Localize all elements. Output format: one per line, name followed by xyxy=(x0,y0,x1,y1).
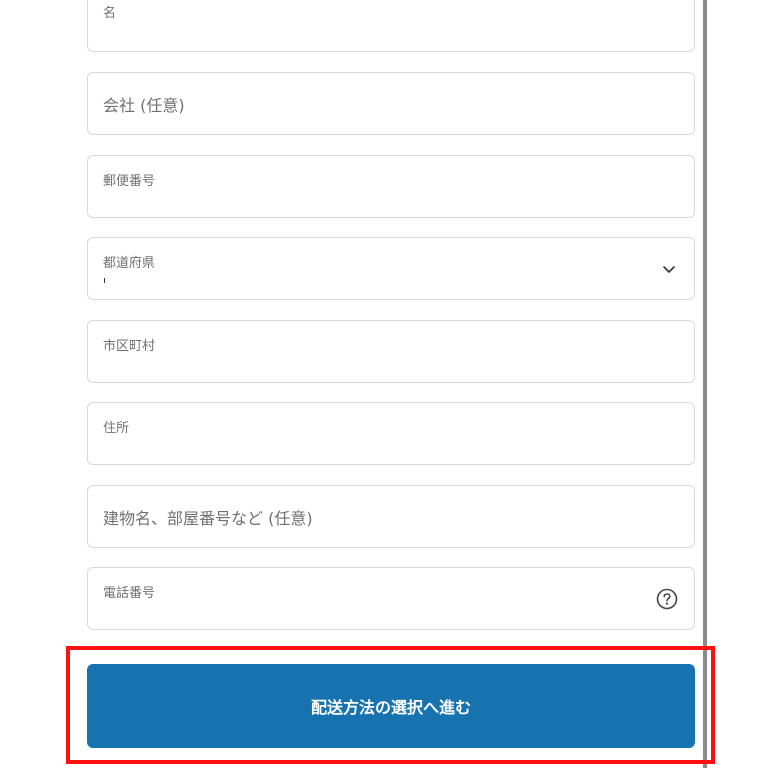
postal-code-label: 郵便番号 xyxy=(103,174,156,189)
building-field[interactable]: 建物名、部屋番号など (任意) xyxy=(87,485,695,548)
help-circle-icon[interactable] xyxy=(656,588,678,610)
prefecture-value-mark xyxy=(104,278,105,283)
city-label: 市区町村 xyxy=(103,339,156,354)
city-field[interactable]: 市区町村 xyxy=(87,320,695,383)
phone-field[interactable]: 電話番号 xyxy=(87,567,695,630)
last-name-label: 名 xyxy=(103,6,117,21)
company-field[interactable]: 会社 (任意) xyxy=(87,72,695,135)
continue-to-shipping-button[interactable]: 配送方法の選択へ進む xyxy=(87,664,695,748)
prefecture-select[interactable]: 都道府県 xyxy=(87,237,695,300)
company-placeholder: 会社 (任意) xyxy=(103,95,185,115)
prefecture-label: 都道府県 xyxy=(103,256,156,271)
phone-label: 電話番号 xyxy=(103,586,156,601)
postal-code-field[interactable]: 郵便番号 xyxy=(87,155,695,218)
address-field[interactable]: 住所 xyxy=(87,402,695,465)
checkout-form-page: 名 会社 (任意) 郵便番号 都道府県 市区町村 住所 建物名、部屋番号など (… xyxy=(0,0,768,768)
chevron-down-icon[interactable] xyxy=(662,262,676,276)
last-name-field[interactable]: 名 xyxy=(87,0,695,52)
building-placeholder: 建物名、部屋番号など (任意) xyxy=(103,508,313,528)
address-label: 住所 xyxy=(103,421,130,436)
